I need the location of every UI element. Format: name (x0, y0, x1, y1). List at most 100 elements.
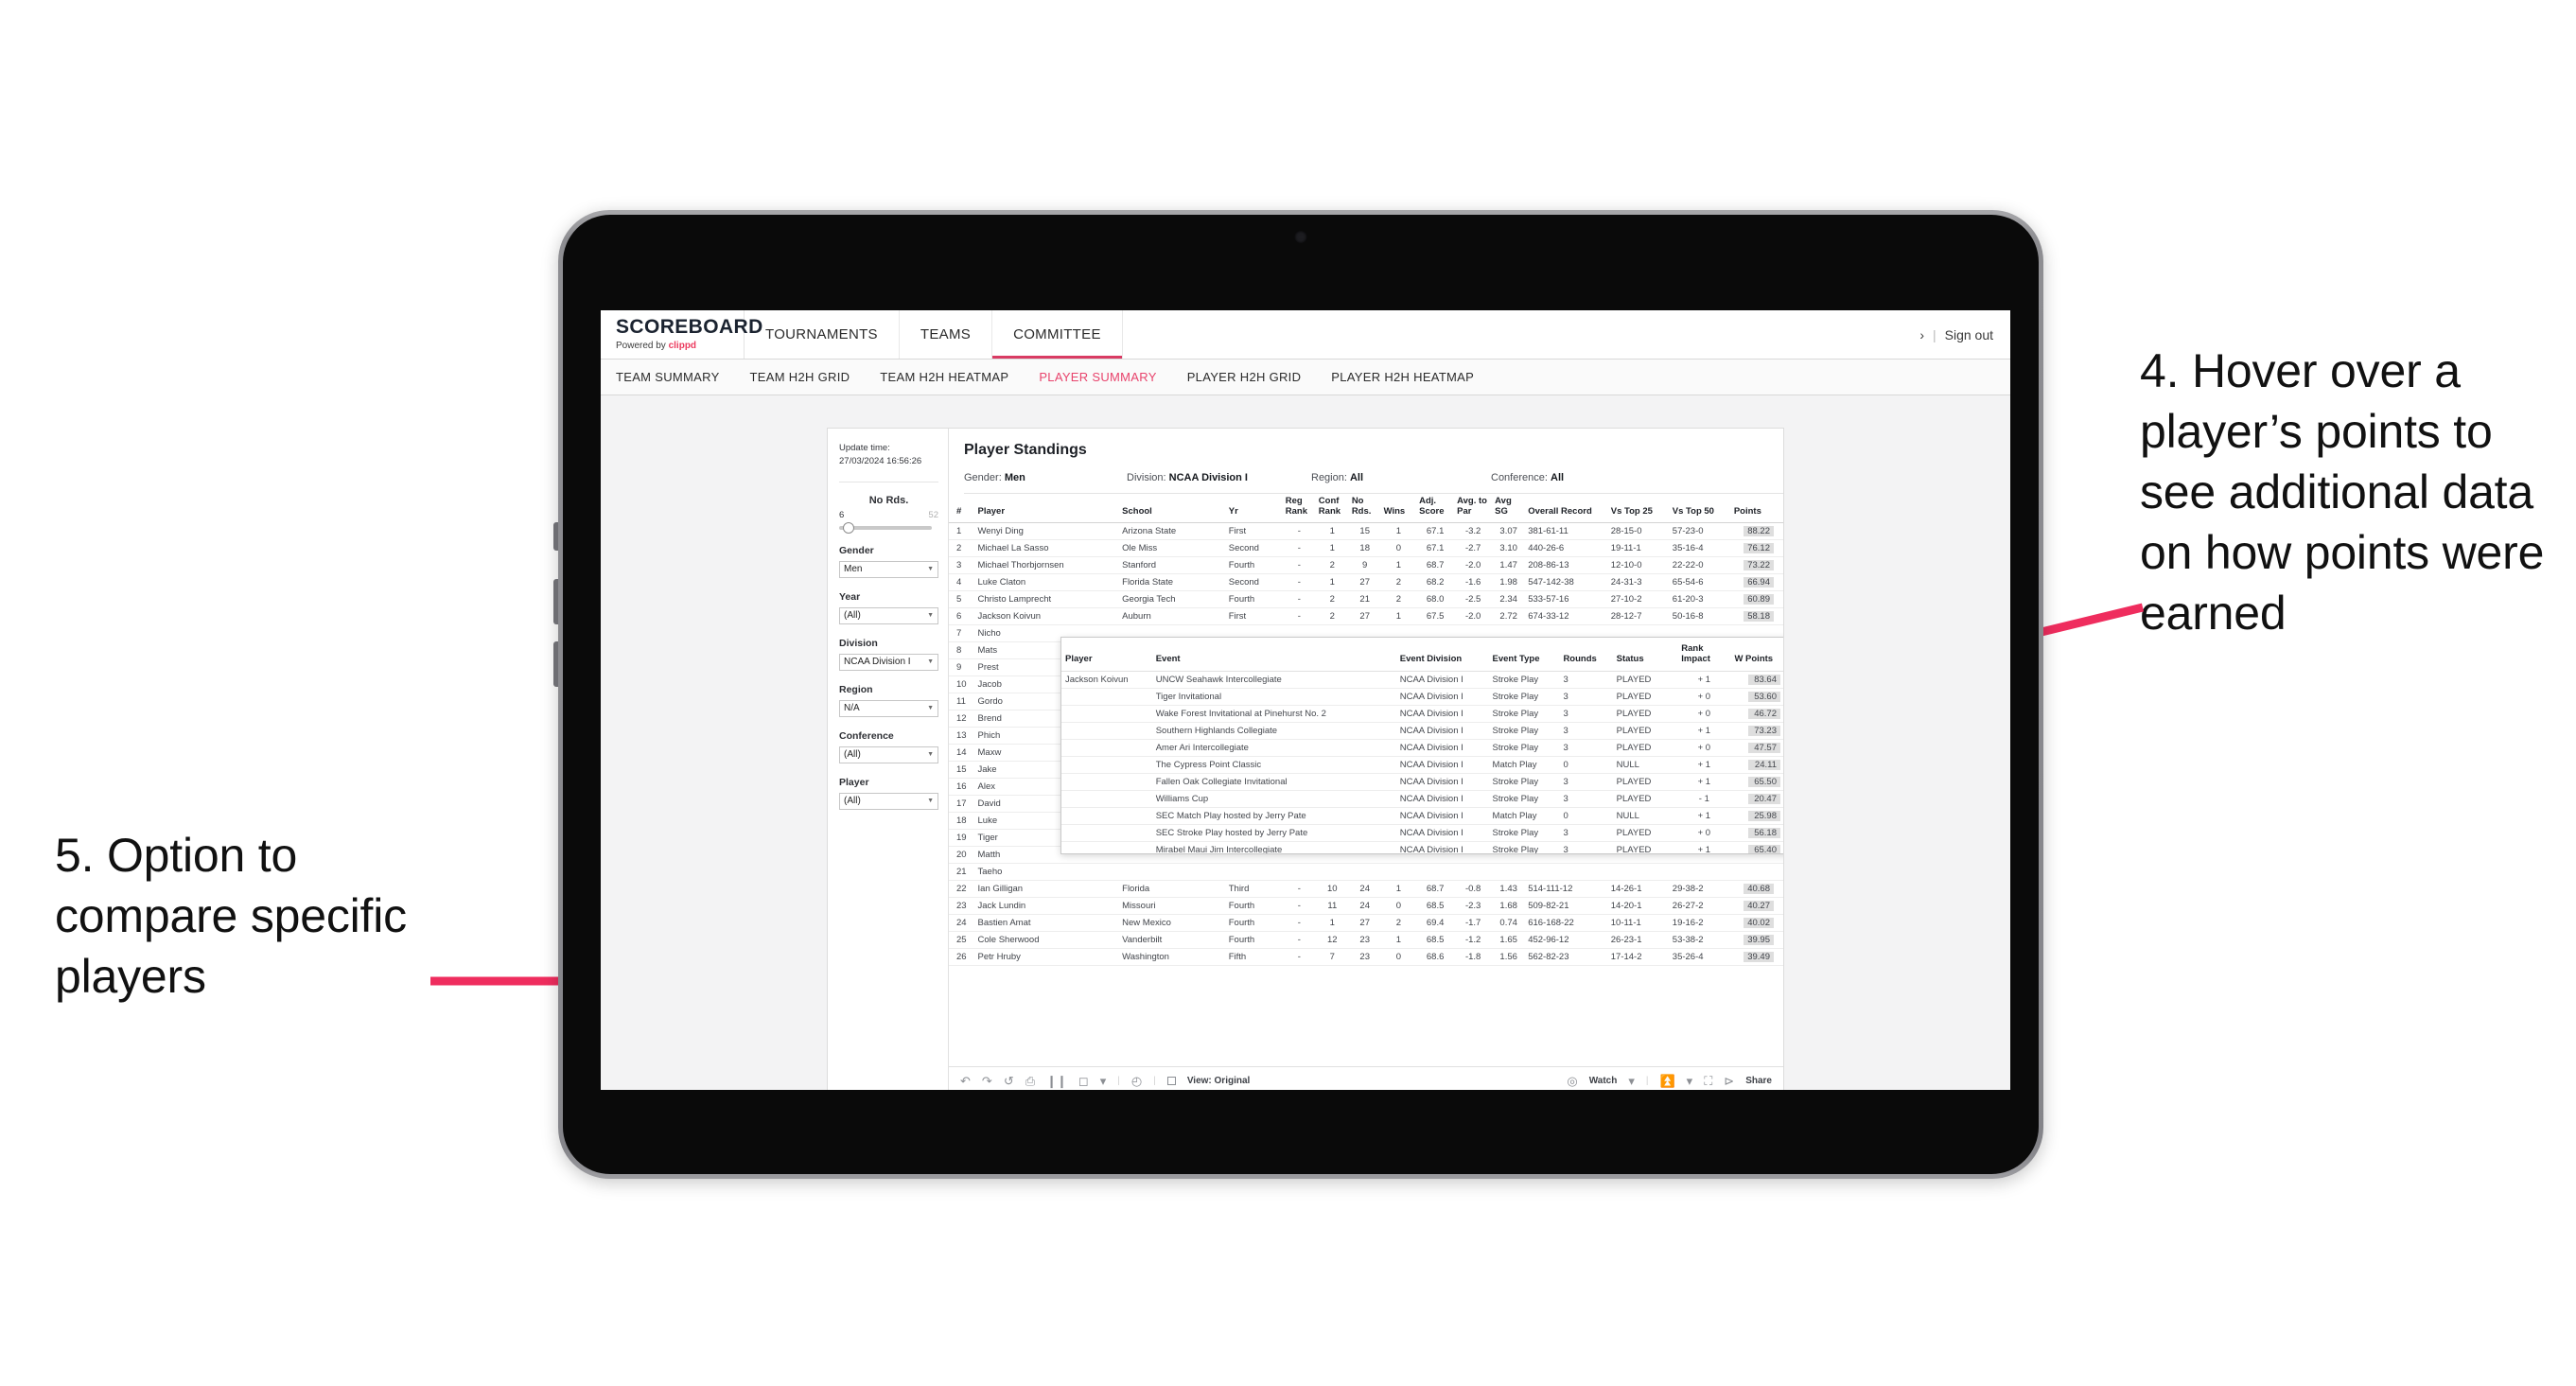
cell-t50: 22-22-0 (1669, 556, 1731, 574)
sign-out-link[interactable]: Sign out (1945, 327, 1993, 342)
filter-select-division[interactable]: NCAA Division I ▼ (839, 653, 938, 671)
chevron-down-icon[interactable]: ▾ (1628, 1075, 1635, 1087)
cell-pts[interactable]: 39.95 (1730, 931, 1783, 949)
table-row[interactable]: 23 Jack Lundin Missouri Fourth -11 24 0 68.5 -2.… (949, 897, 1783, 915)
table-row[interactable]: 2 Michael La Sasso Ole Miss Second -1 18 0 67.1… (949, 539, 1783, 557)
cell-reg: - (1282, 948, 1316, 966)
cell-pts[interactable]: 60.89 (1730, 590, 1783, 608)
standings-table-scroll[interactable]: # Player School Yr Reg Rank Conf Rank No… (949, 494, 1783, 1066)
pause-icon[interactable]: ❙❙ (1046, 1075, 1067, 1087)
table-row[interactable]: 22 Ian Gilligan Florida Third -10 24 1 68.7 -0.8… (949, 880, 1783, 898)
main-content: Player Standings Gender: Men Division: N… (949, 429, 1783, 1090)
table-row[interactable]: 4 Luke Claton Florida State Second -1 27 2 68.2… (949, 573, 1783, 591)
share-icon[interactable]: ⊳ (1724, 1075, 1734, 1087)
table-row[interactable]: 3 Michael Thorbjornsen Stanford Fourth -2 9 1 6… (949, 556, 1783, 574)
cell-n: 10 (949, 675, 975, 693)
col-avg-sg[interactable]: Avg SG (1492, 494, 1526, 523)
cell-n: 14 (949, 744, 975, 762)
points-chip[interactable]: 88.22 (1744, 525, 1774, 536)
cell-pts[interactable]: 58.18 (1730, 607, 1783, 625)
col-avg-to-par[interactable]: Avg. to Par (1454, 494, 1493, 523)
table-row[interactable]: 26 Petr Hruby Washington Fifth -7 23 0 68.6 -1.8… (949, 948, 1783, 966)
undo-icon[interactable]: ↶ (960, 1075, 971, 1087)
table-row[interactable]: 6 Jackson Koivun Auburn First -2 27 1 67.5 -2.0 2… (949, 607, 1783, 625)
cell-pts[interactable]: 76.12 (1730, 539, 1783, 557)
filter-select-conference[interactable]: (All) ▼ (839, 746, 938, 763)
tab-team-h2h-grid[interactable]: TEAM H2H GRID (750, 370, 850, 384)
points-chip[interactable]: 39.95 (1744, 934, 1774, 945)
col-overall-record[interactable]: Overall Record (1525, 494, 1608, 523)
brand-logo[interactable]: SCOREBOARD Powered by clippd (601, 310, 762, 359)
slider-thumb[interactable] (842, 521, 854, 534)
table-row[interactable]: 1 Wenyi Ding Arizona State First -1 15 1 67.1 -3… (949, 522, 1783, 540)
tab-player-h2h-heatmap[interactable]: PLAYER H2H HEATMAP (1331, 370, 1474, 384)
refresh-data-icon[interactable]: ⎙ (1025, 1075, 1035, 1087)
points-chip[interactable]: 73.22 (1744, 559, 1774, 570)
cell-pts[interactable] (1730, 863, 1783, 881)
tab-player-h2h-grid[interactable]: PLAYER H2H GRID (1187, 370, 1302, 384)
fullscreen-icon[interactable]: ⛶ (1704, 1075, 1712, 1087)
col-conf-rank[interactable]: Conf Rank (1315, 494, 1349, 523)
no-rounds-slider[interactable] (839, 521, 932, 534)
col-wins[interactable]: Wins (1380, 494, 1417, 523)
filter-select-player[interactable]: (All) ▼ (839, 792, 938, 810)
cell-atp: -1.8 (1454, 948, 1493, 966)
filter-select-gender[interactable]: Men ▼ (839, 560, 938, 578)
view-original-label[interactable]: View: Original (1187, 1076, 1251, 1086)
chevron-right-icon[interactable]: › (1919, 327, 1924, 342)
filter-select-region[interactable]: N/A ▼ (839, 699, 938, 717)
tab-player-summary[interactable]: PLAYER SUMMARY (1039, 370, 1156, 384)
filter-value-conference: (All) (844, 749, 861, 761)
tab-team-summary[interactable]: TEAM SUMMARY (616, 370, 720, 384)
cell-conf: 11 (1315, 897, 1349, 915)
nav-item-tournaments[interactable]: TOURNAMENTS (745, 310, 900, 359)
revert-icon[interactable]: ↺ (1004, 1075, 1014, 1087)
col-school[interactable]: School (1119, 494, 1226, 523)
points-chip[interactable]: 40.27 (1744, 900, 1774, 911)
table-row[interactable]: 5 Christo Lamprecht Georgia Tech Fourth -2 21… (949, 590, 1783, 608)
points-chip[interactable]: 58.18 (1744, 610, 1774, 622)
col-reg-rank[interactable]: Reg Rank (1282, 494, 1316, 523)
cell-pts[interactable]: 88.22 (1730, 522, 1783, 540)
cell-pts[interactable]: 66.94 (1730, 573, 1783, 591)
col-vs-top-25[interactable]: Vs Top 25 (1607, 494, 1670, 523)
points-chip[interactable]: 40.02 (1744, 917, 1774, 928)
col-adj-score[interactable]: Adj. Score (1416, 494, 1455, 523)
chevron-down-icon[interactable]: ▾ (1100, 1075, 1107, 1087)
table-row[interactable]: 21 Taeho (949, 863, 1783, 881)
cell-pts[interactable]: 40.68 (1730, 880, 1783, 898)
filter-select-year[interactable]: (All) ▼ (839, 606, 938, 624)
chevron-down-icon[interactable]: ▾ (1687, 1075, 1693, 1087)
chevron-down-icon: ▼ (927, 612, 934, 620)
watch-icon[interactable]: ◎ (1567, 1075, 1577, 1087)
points-chip[interactable]: 40.68 (1744, 883, 1774, 894)
points-chip[interactable]: 66.94 (1744, 576, 1774, 588)
clock-icon[interactable]: ◴ (1131, 1075, 1142, 1087)
col-player[interactable]: Player (974, 494, 1120, 523)
col-vs-top-50[interactable]: Vs Top 50 (1669, 494, 1731, 523)
share-label[interactable]: Share (1745, 1076, 1772, 1086)
download-icon[interactable]: ⏫ (1659, 1075, 1674, 1087)
table-row[interactable]: 25 Cole Sherwood Vanderbilt Fourth -12 23 1 68.… (949, 931, 1783, 949)
points-chip[interactable]: 60.89 (1744, 593, 1774, 605)
cell-pts[interactable]: 40.02 (1730, 914, 1783, 932)
cell-pts[interactable]: 73.22 (1730, 556, 1783, 574)
filter-summary-conference-value: All (1551, 472, 1565, 483)
col-rank[interactable]: # (949, 494, 975, 523)
redo-icon[interactable]: ↷ (982, 1075, 992, 1087)
cell-pts[interactable]: 39.49 (1730, 948, 1783, 966)
nav-item-teams[interactable]: TEAMS (900, 310, 993, 359)
cell-pts[interactable]: 40.27 (1730, 897, 1783, 915)
points-chip[interactable]: 76.12 (1744, 542, 1774, 553)
tab-team-h2h-heatmap[interactable]: TEAM H2H HEATMAP (880, 370, 1008, 384)
tooltip-cell-player (1061, 756, 1152, 774)
col-no-rds[interactable]: No Rds. (1348, 494, 1381, 523)
watch-label[interactable]: Watch (1589, 1076, 1618, 1086)
points-chip[interactable]: 39.49 (1744, 951, 1774, 962)
cell-t50: 35-26-4 (1669, 948, 1731, 966)
col-yr[interactable]: Yr (1225, 494, 1283, 523)
nav-item-committee[interactable]: COMMITTEE (992, 310, 1123, 359)
device-layout-icon[interactable]: ◻ (1078, 1075, 1089, 1087)
col-points[interactable]: Points (1730, 494, 1783, 523)
table-row[interactable]: 24 Bastien Amat New Mexico Fourth -1 27 2 69.4-… (949, 914, 1783, 932)
